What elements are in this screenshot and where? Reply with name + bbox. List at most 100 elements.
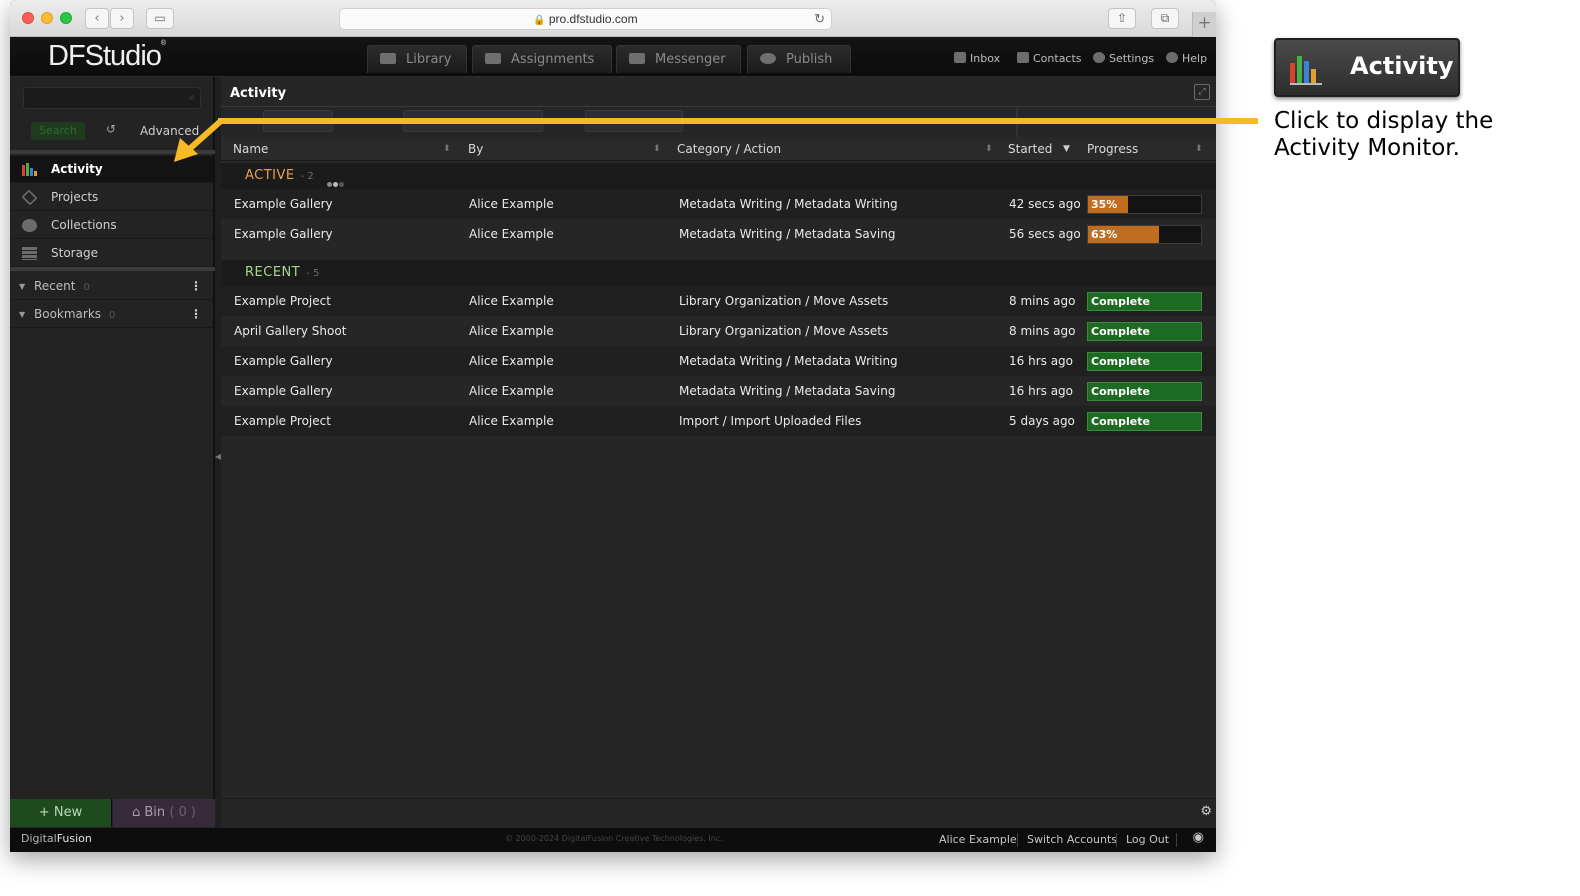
switch-accounts-link[interactable]: Switch Accounts: [1027, 833, 1117, 846]
inbox-icon: [954, 52, 966, 63]
sidebar-group-recent[interactable]: ▼ Recent 0 ⋮: [10, 273, 213, 300]
inbox-link[interactable]: Inbox: [954, 52, 1000, 65]
search-input[interactable]: ⌕: [23, 87, 201, 109]
tab-publish-label: Publish: [786, 52, 833, 67]
url-text: pro.dfstudio.com: [548, 12, 638, 26]
sidebar-toggle-button[interactable]: ▭: [146, 8, 174, 29]
forward-button[interactable]: ›: [110, 8, 134, 29]
history-icon[interactable]: ↺: [106, 122, 116, 136]
contacts-icon: [1017, 52, 1029, 63]
brand-suffix: Fusion: [56, 832, 92, 845]
table-row[interactable]: Example Gallery Alice Example Metadata W…: [221, 219, 1216, 249]
group-label: Recent: [34, 279, 76, 293]
assignments-icon: [485, 53, 501, 64]
column-header-progress[interactable]: Progress: [1087, 137, 1138, 161]
share-button[interactable]: ⇧: [1108, 8, 1136, 29]
table-row[interactable]: April Gallery Shoot Alice Example Librar…: [221, 316, 1216, 346]
recent-section-header: RECENT - 5: [221, 260, 1216, 286]
help-label: Help: [1182, 52, 1208, 65]
status-complete-badge: Complete: [1087, 292, 1202, 311]
lock-icon: 🔒: [533, 15, 546, 26]
new-button[interactable]: + New: [10, 799, 112, 827]
sidebar-icon: ▭: [154, 11, 166, 25]
row-action: Metadata Writing / Metadata Saving: [679, 227, 896, 241]
column-header-name[interactable]: Name: [233, 137, 268, 161]
row-name: Example Gallery: [234, 354, 333, 368]
new-tab-button[interactable]: +: [1192, 12, 1216, 37]
tabs-overview-button[interactable]: ⧉: [1151, 8, 1179, 29]
bin-count: ( 0 ): [169, 805, 196, 820]
table-row[interactable]: Example Project Alice Example Import / I…: [221, 406, 1216, 436]
reload-icon[interactable]: ↻: [814, 9, 825, 29]
more-menu-icon[interactable]: ⋮: [190, 273, 202, 300]
close-window-button[interactable]: [22, 12, 34, 24]
expand-icon[interactable]: ⤢: [1194, 84, 1210, 100]
tab-messenger[interactable]: Messenger: [616, 45, 741, 73]
back-button[interactable]: ‹: [85, 8, 109, 29]
status-label: Complete: [1091, 415, 1150, 428]
row-started: 16 hrs ago: [1009, 384, 1074, 398]
sidebar-item-storage[interactable]: Storage: [10, 240, 213, 267]
column-header-by[interactable]: By: [468, 137, 483, 161]
sidebar-item-collections[interactable]: Collections: [10, 212, 213, 239]
title-divider: [221, 106, 1216, 107]
table-row[interactable]: Example Gallery Alice Example Metadata W…: [221, 346, 1216, 376]
footer-divider: [1017, 833, 1018, 847]
table-row[interactable]: Example Project Alice Example Library Or…: [221, 286, 1216, 316]
progress-label: 63%: [1091, 228, 1118, 241]
sort-icon[interactable]: ⬍: [653, 137, 661, 161]
tutorial-canvas: ‹ › ▭ 🔒 pro.dfstudio.com ↻ ⇧ ⧉ + DFStudio…: [0, 0, 1580, 896]
callout-text: Click to display the Activity Monitor.: [1274, 108, 1494, 161]
progress-bar: 35%: [1087, 195, 1202, 214]
digitalfusion-logo: DigitalFusion: [21, 832, 92, 845]
column-header-started[interactable]: Started: [1008, 137, 1052, 161]
sidebar-item-label: Projects: [51, 190, 99, 204]
status-label: Complete: [1091, 355, 1150, 368]
group-label: Bookmarks: [34, 307, 102, 321]
row-started: 16 hrs ago: [1009, 354, 1074, 368]
copyright-text: © 2000-2024 DigitalFusion Creative Techn…: [505, 834, 723, 843]
row-name: Example Gallery: [234, 197, 333, 211]
dfstudio-logo[interactable]: DFStudio®: [48, 40, 166, 73]
table-row[interactable]: Example Gallery Alice Example Metadata W…: [221, 376, 1216, 406]
address-bar[interactable]: 🔒 pro.dfstudio.com ↻: [339, 8, 832, 30]
sidebar-item-label: Storage: [51, 246, 98, 260]
gear-icon[interactable]: ⚙: [1200, 804, 1212, 819]
settings-label: Settings: [1109, 52, 1155, 65]
search-button[interactable]: Search: [31, 122, 85, 140]
row-name: Example Project: [234, 414, 331, 428]
minimize-window-button[interactable]: [41, 12, 53, 24]
sidebar-group-bookmarks[interactable]: ▼ Bookmarks 0 ⋮: [10, 301, 213, 328]
share-icon: ⇧: [1116, 11, 1128, 25]
sidebar-item-projects[interactable]: Projects: [10, 184, 213, 211]
tab-assignments[interactable]: Assignments: [472, 45, 612, 73]
more-menu-icon[interactable]: ⋮: [190, 301, 202, 328]
active-section-header: ACTIVE - 2: [221, 163, 1216, 189]
sort-icon[interactable]: ⬍: [985, 137, 993, 161]
zoom-window-button[interactable]: [60, 12, 72, 24]
settings-link[interactable]: Settings: [1093, 52, 1154, 65]
eye-icon[interactable]: ◉: [1193, 830, 1204, 845]
row-by: Alice Example: [469, 324, 554, 338]
contacts-link[interactable]: Contacts: [1017, 52, 1082, 65]
sort-icon[interactable]: ⬍: [1195, 137, 1203, 161]
brand-prefix: Digital: [21, 832, 57, 845]
log-out-link[interactable]: Log Out: [1126, 833, 1169, 846]
tab-publish[interactable]: Publish: [747, 45, 851, 73]
sidebar-divider: [10, 267, 215, 271]
bin-button[interactable]: ⌂ Bin ( 0 ): [113, 799, 215, 827]
tab-messenger-label: Messenger: [655, 52, 726, 67]
sidebar-collapse-handle[interactable]: ◀: [215, 452, 221, 462]
row-name: Example Gallery: [234, 384, 333, 398]
logo-text: DFStudio: [48, 40, 162, 72]
footer-divider: [1116, 833, 1117, 847]
status-complete-badge: Complete: [1087, 322, 1202, 341]
inbox-label: Inbox: [970, 52, 1001, 65]
current-user-link[interactable]: Alice Example: [939, 833, 1017, 846]
help-link[interactable]: Help: [1166, 52, 1207, 65]
sort-icon[interactable]: ⬍: [443, 137, 451, 161]
sort-descending-icon[interactable]: ▼: [1063, 137, 1070, 161]
table-row[interactable]: Example Gallery Alice Example Metadata W…: [221, 189, 1216, 219]
tab-library[interactable]: Library: [367, 45, 467, 73]
column-header-category[interactable]: Category / Action: [677, 137, 781, 161]
